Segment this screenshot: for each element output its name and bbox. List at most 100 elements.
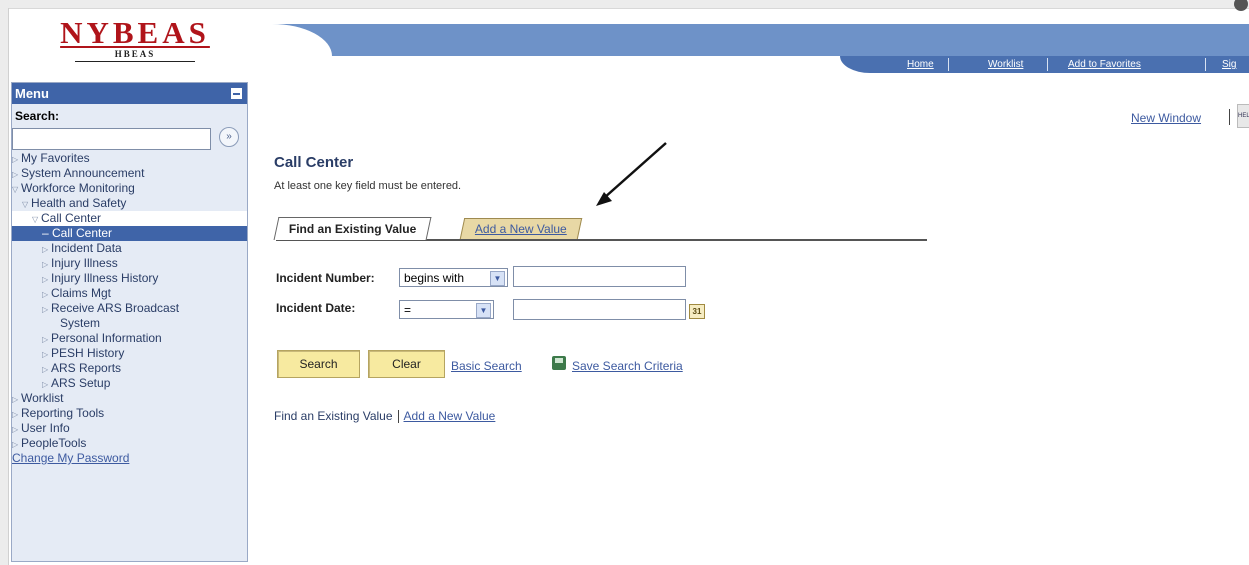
menu-item-ars-setup[interactable]: ▷ ARS Setup bbox=[12, 376, 247, 391]
bottom-links: Find an Existing Value Add a New Value bbox=[274, 409, 496, 424]
nybeas-logo: NYBEAS HBEAS bbox=[50, 15, 220, 62]
annotation-arrow-icon bbox=[596, 142, 667, 206]
expand-arrow-icon: ▷ bbox=[42, 290, 49, 299]
add-new-value-link[interactable]: Add a New Value bbox=[404, 409, 496, 423]
nav-separator bbox=[1205, 58, 1206, 71]
menu-item-label: Worklist bbox=[21, 391, 64, 405]
collapse-menu-icon[interactable] bbox=[231, 88, 242, 99]
link-separator bbox=[397, 410, 399, 424]
menu-search-row: » bbox=[12, 125, 247, 151]
new-window-link[interactable]: New Window bbox=[1131, 111, 1201, 125]
menu-item-system-announcement[interactable]: ▷ System Announcement bbox=[12, 166, 247, 181]
save-disk-icon bbox=[552, 356, 566, 370]
menu-item-peopletools[interactable]: ▷ PeopleTools bbox=[12, 436, 247, 451]
expand-arrow-icon: ▷ bbox=[42, 350, 49, 359]
expand-arrow-icon: ▷ bbox=[42, 245, 49, 254]
incident-number-label: Incident Number: bbox=[276, 271, 375, 285]
expand-arrow-icon: ▷ bbox=[42, 365, 49, 374]
menu-item-incident-data[interactable]: ▷ Incident Data bbox=[12, 241, 247, 256]
menu-item-label: ARS Reports bbox=[51, 361, 122, 375]
menu-item-receive-ars-broadcast[interactable]: ▷ Receive ARS Broadcast bbox=[12, 301, 247, 316]
menu-item-label: – Call Center bbox=[42, 226, 113, 240]
header-banner bbox=[262, 24, 1249, 56]
calendar-icon[interactable]: 31 bbox=[689, 304, 705, 319]
expand-arrow-icon: ▷ bbox=[12, 425, 19, 434]
menu-item-injury-illness[interactable]: ▷ Injury Illness bbox=[12, 256, 247, 271]
change-password-link[interactable]: Change My Password bbox=[12, 451, 129, 465]
incident-date-operator-select[interactable]: = ▼ bbox=[399, 300, 494, 319]
expand-arrow-icon: ▷ bbox=[42, 260, 49, 269]
menu-search-input[interactable] bbox=[12, 128, 211, 150]
collapse-arrow-icon: ▽ bbox=[12, 185, 19, 194]
chevron-down-icon: ▼ bbox=[476, 303, 491, 318]
clear-button[interactable]: Clear bbox=[368, 350, 445, 378]
search-button[interactable]: Search bbox=[277, 350, 360, 378]
basic-search-link[interactable]: Basic Search bbox=[451, 359, 522, 373]
expand-arrow-icon: ▷ bbox=[42, 335, 49, 344]
menu-item-call-center-folder[interactable]: ▽ Call Center bbox=[12, 211, 247, 226]
menu-item-label: ARS Setup bbox=[51, 376, 111, 390]
menu-item-change-password[interactable]: Change My Password bbox=[12, 451, 247, 466]
tab-find-existing-value[interactable]: Find an Existing Value bbox=[273, 217, 432, 240]
select-value: begins with bbox=[404, 271, 465, 285]
help-icon[interactable]: HELP bbox=[1237, 104, 1249, 128]
menu-item-label: Health and Safety bbox=[31, 196, 127, 210]
logo-main-text: NYBEAS bbox=[60, 15, 210, 50]
menu-item-label: My Favorites bbox=[21, 151, 90, 165]
expand-arrow-icon: ▷ bbox=[42, 275, 49, 284]
nav-add-favorites-link[interactable]: Add to Favorites bbox=[1068, 59, 1141, 70]
menu-item-reporting-tools[interactable]: ▷ Reporting Tools bbox=[12, 406, 247, 421]
incident-number-operator-select[interactable]: begins with ▼ bbox=[399, 268, 508, 287]
menu-item-label: Injury Illness bbox=[51, 256, 118, 270]
expand-arrow-icon: ▷ bbox=[42, 380, 49, 389]
menu-item-my-favorites[interactable]: ▷ My Favorites bbox=[12, 151, 247, 166]
tab-label: Find an Existing Value bbox=[288, 222, 417, 236]
menu-title: Menu bbox=[15, 86, 49, 101]
expand-arrow-icon: ▷ bbox=[12, 170, 19, 179]
menu-item-label: Incident Data bbox=[51, 241, 122, 255]
menu-item-label: System Announcement bbox=[21, 166, 145, 180]
menu-item-claims-mgt[interactable]: ▷ Claims Mgt bbox=[12, 286, 247, 301]
menu-item-label: Workforce Monitoring bbox=[21, 181, 135, 195]
tab-add-new-value[interactable]: Add a New Value bbox=[459, 218, 583, 239]
menu-item-label: Reporting Tools bbox=[21, 406, 105, 420]
search-tabs: Find an Existing Value Add a New Value bbox=[273, 216, 927, 241]
menu-item-user-info[interactable]: ▷ User Info bbox=[12, 421, 247, 436]
window-top-border bbox=[0, 0, 1249, 9]
menu-item-label: User Info bbox=[21, 421, 70, 435]
menu-item-label: PESH History bbox=[51, 346, 125, 360]
menu-item-label: Call Center bbox=[41, 211, 102, 225]
expand-arrow-icon: ▷ bbox=[12, 410, 19, 419]
header-nav: Home Worklist Add to Favorites Sig bbox=[840, 56, 1249, 73]
menu-search-label: Search: bbox=[15, 109, 60, 123]
expand-arrow-icon: ▷ bbox=[12, 155, 19, 164]
menu-item-label: Claims Mgt bbox=[51, 286, 112, 300]
menu-item-personal-information[interactable]: ▷ Personal Information bbox=[12, 331, 247, 346]
menu-item-injury-illness-history[interactable]: ▷ Injury Illness History bbox=[12, 271, 247, 286]
incident-number-input[interactable] bbox=[513, 266, 686, 287]
nav-worklist-link[interactable]: Worklist bbox=[988, 59, 1023, 70]
expand-arrow-icon: ▷ bbox=[12, 395, 19, 404]
menu-item-label: Receive ARS Broadcast bbox=[51, 301, 180, 315]
logo-sub-text: HBEAS bbox=[75, 49, 195, 62]
chevron-down-icon: ▼ bbox=[490, 271, 505, 286]
menu-item-ars-reports[interactable]: ▷ ARS Reports bbox=[12, 361, 247, 376]
nav-separator bbox=[1047, 58, 1048, 71]
menu-item-receive-ars-broadcast-cont[interactable]: System bbox=[12, 316, 247, 331]
menu-item-label: Personal Information bbox=[51, 331, 162, 345]
search-go-icon[interactable]: » bbox=[219, 127, 239, 147]
menu-panel: Menu Search: » ▷ My Favorites ▷ System Ann… bbox=[11, 82, 248, 562]
menu-item-worklist[interactable]: ▷ Worklist bbox=[12, 391, 247, 406]
menu-item-pesh-history[interactable]: ▷ PESH History bbox=[12, 346, 247, 361]
menu-item-health-and-safety[interactable]: ▽ Health and Safety bbox=[12, 196, 247, 211]
collapse-arrow-icon: ▽ bbox=[22, 200, 29, 209]
menu-header: Menu bbox=[12, 83, 247, 104]
menu-item-call-center[interactable]: – Call Center bbox=[12, 226, 247, 241]
menu-item-label: System bbox=[60, 316, 101, 330]
nav-home-link[interactable]: Home bbox=[907, 59, 934, 70]
nav-signout-link[interactable]: Sig bbox=[1222, 59, 1236, 70]
incident-date-input[interactable] bbox=[513, 299, 686, 320]
save-search-criteria-link[interactable]: Save Search Criteria bbox=[572, 359, 683, 373]
menu-item-workforce-monitoring[interactable]: ▽ Workforce Monitoring bbox=[12, 181, 247, 196]
page-title: Call Center bbox=[274, 154, 354, 171]
